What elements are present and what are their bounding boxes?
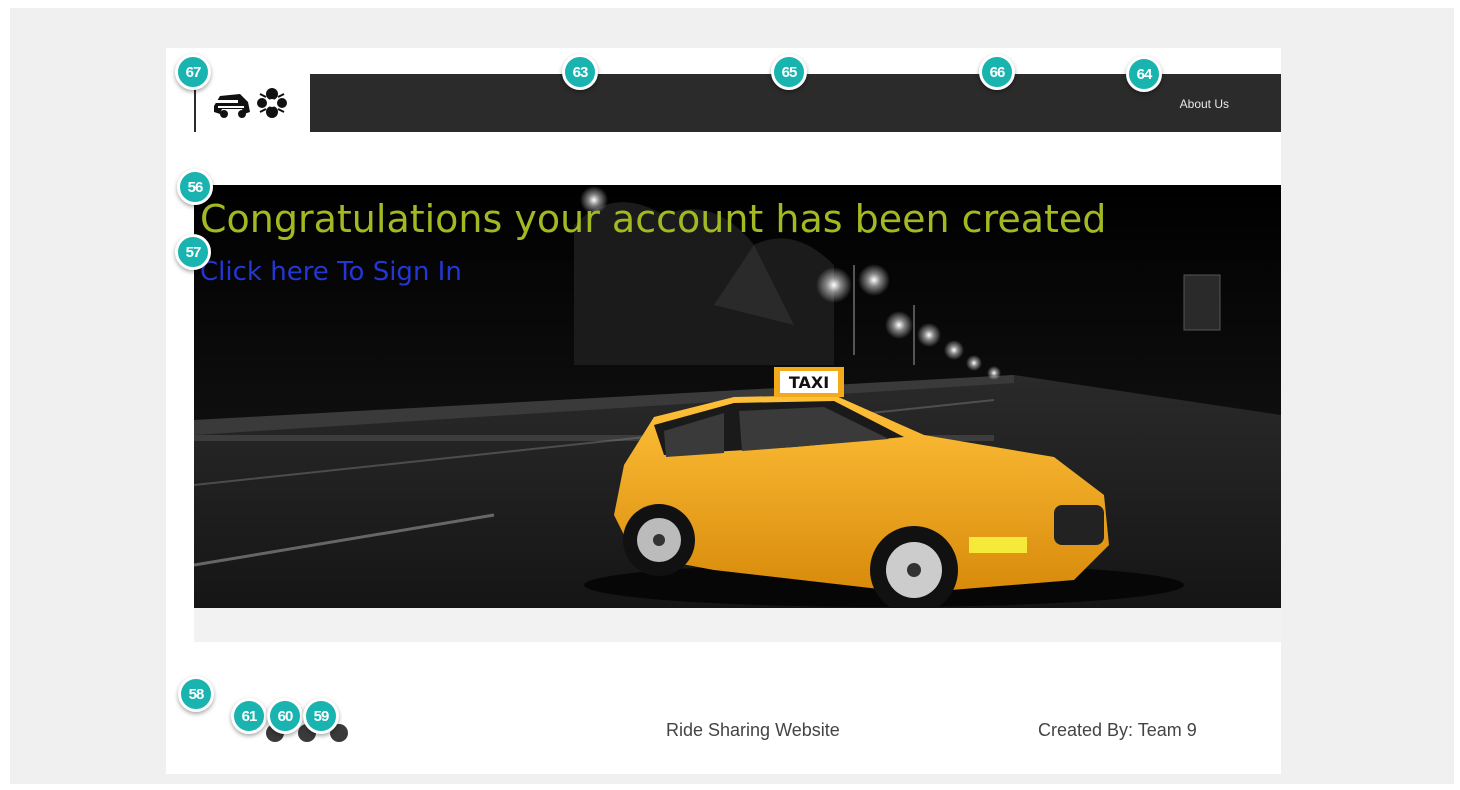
page: About Us TAXI Congratulations your accou… xyxy=(166,48,1281,774)
marker-67: 67 xyxy=(175,54,211,90)
hero-banner: TAXI Congratulations your account has be… xyxy=(194,185,1281,608)
success-heading: Congratulations your account has been cr… xyxy=(200,197,1107,241)
car-rideshare-logo-icon xyxy=(214,88,287,118)
marker-59: 59 xyxy=(303,698,339,734)
navbar: About Us xyxy=(194,74,1281,132)
hero-bottom-strip xyxy=(194,608,1281,642)
footer-credit: Created By: Team 9 xyxy=(1038,720,1197,740)
marker-57: 57 xyxy=(175,234,211,270)
marker-60: 60 xyxy=(267,698,303,734)
logo[interactable] xyxy=(194,74,310,132)
taxi-roof-sign: TAXI xyxy=(789,373,829,392)
marker-56: 56 xyxy=(177,169,213,205)
marker-58: 58 xyxy=(178,676,214,712)
footer-site-name: Ride Sharing Website xyxy=(666,720,840,740)
nav-about-us-link[interactable]: About Us xyxy=(1180,97,1229,111)
taxi-night-image: TAXI xyxy=(194,185,1281,608)
marker-65: 65 xyxy=(771,54,807,90)
sign-in-link[interactable]: Click here To Sign In xyxy=(200,257,462,287)
marker-66: 66 xyxy=(979,54,1015,90)
marker-61: 61 xyxy=(231,698,267,734)
marker-64: 64 xyxy=(1126,56,1162,92)
marker-63: 63 xyxy=(562,54,598,90)
